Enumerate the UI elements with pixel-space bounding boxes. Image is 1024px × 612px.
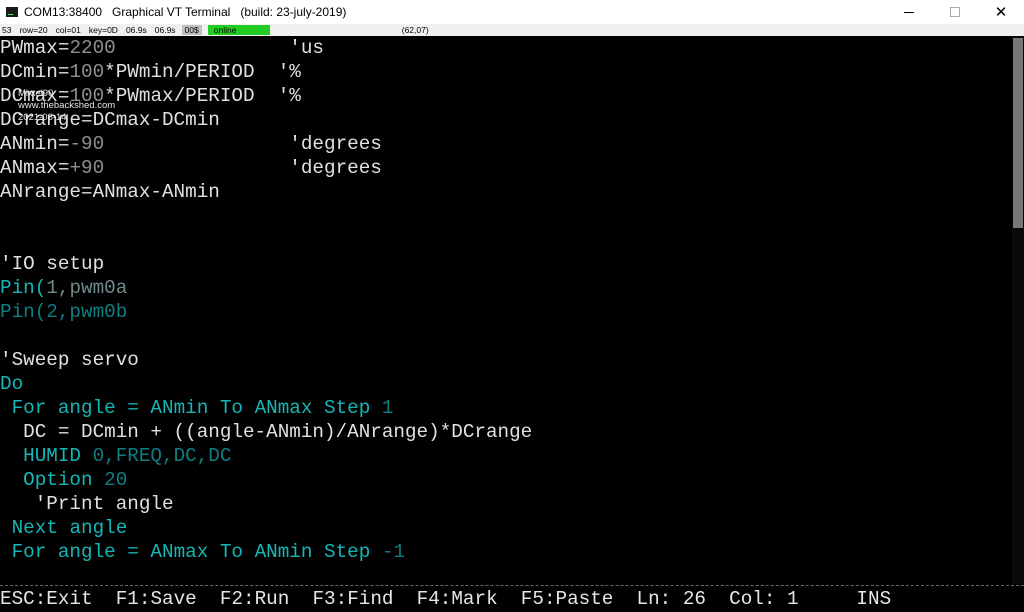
code-token: 'degrees [104,133,382,155]
terminal-line: Do [0,372,1012,396]
f5-paste-key[interactable]: F5:Paste [521,586,614,612]
code-token: -90 [69,133,105,155]
code-token: ANmax= [0,157,70,179]
code-token: ANmin= [0,133,70,155]
terminal-line: HUMID 0,FREQ,DC,DC [0,444,1012,468]
watermark-author: Mixtel90 [18,88,54,99]
terminal-line: 'Print angle [0,492,1012,516]
f1-save-key[interactable]: F1:Save [116,586,197,612]
status-key: key=0D [88,25,118,35]
window-controls: ✕ [886,0,1024,24]
code-token: ANmax [254,397,325,419]
terminal-statusbar: 53 row=20 col=01 key=0D 06.9s 06.9s 00$ … [0,24,1024,36]
code-token: angle [69,517,128,539]
window-titlebar: COM13:38400 Graphical VT Terminal (build… [0,0,1024,25]
code-token: For [0,397,58,419]
watermark-site: www.thebackshed.com [18,100,116,111]
terminal-app-icon [6,7,18,17]
code-token: 'Sweep servo [0,349,139,371]
status-online-badge: online [207,25,270,35]
watermark-date: 2021-06-14 [18,112,67,123]
status-col: col=01 [55,25,81,35]
insert-mode-indicator: INS [856,588,892,610]
code-token: PWmax= [0,37,70,59]
terminal-line: PWmax=2200 'us [0,36,1012,60]
terminal-line: ANrange=ANmax-ANmin [0,180,1012,204]
code-token: HUMID [0,445,93,467]
code-token: 'Print angle [0,493,174,515]
code-token: Pin(2,pwm0b [0,301,128,323]
status-row: row=20 [19,25,48,35]
esc-exit-key[interactable]: ESC:Exit [0,586,93,612]
code-token: -1 [381,541,406,563]
code-token: Option [0,469,105,491]
window-title: COM13:38400 Graphical VT Terminal (build… [24,5,347,19]
terminal-line: For angle = ANmax To ANmin Step -1 [0,540,1012,564]
code-token: 1 [381,397,394,419]
code-token: angle = ANmax [57,541,220,563]
terminal-line: DCrange=DCmax-DCmin [0,108,1012,132]
code-token: 'us [115,37,325,59]
maximize-button[interactable] [932,0,978,24]
status-count: 53 [2,25,12,35]
terminal-line: Option 20 [0,468,1012,492]
status-time-2: 06.9s [154,25,176,35]
terminal-line: Pin(1,pwm0a [0,276,1012,300]
f2-run-key[interactable]: F2:Run [220,586,289,612]
terminal-line: DCmax=100*PWmax/PERIOD '% [0,84,1012,108]
minimize-button[interactable] [886,0,932,24]
code-token: To [219,397,255,419]
f3-find-key[interactable]: F3:Find [312,586,393,612]
status-mode: 00$ [181,25,202,35]
f4-mark-key[interactable]: F4:Mark [417,586,498,612]
column-indicator: Col: 1 [729,588,799,610]
code-token: *PWmin/PERIOD [104,61,255,83]
terminal-line: Pin(2,pwm0b [0,300,1012,324]
code-token: Step [324,397,382,419]
terminal-line: 'Sweep servo [0,348,1012,372]
code-token: 2200 [69,37,116,59]
code-token: 1,pwm0a [46,277,128,299]
code-token: '% [254,61,301,83]
terminal-screen[interactable]: PWmax=2200 'us DCmin=100*PWmin/PERIOD '% D… [0,36,1012,584]
terminal-line: DCmin=100*PWmin/PERIOD '% [0,60,1012,84]
code-token: '% [254,85,301,107]
code-token: angle = ANmin [57,397,220,419]
code-token: 0,FREQ,DC,DC [92,445,232,467]
code-token: DCmin= [0,61,70,83]
code-token: For [0,541,58,563]
terminal-scrollbar[interactable] [1012,36,1024,584]
code-token: Do [0,373,24,395]
terminal-line: 'IO setup [0,252,1012,276]
status-cursor-pos: (62,07) [401,25,429,35]
line-indicator: Ln: 26 [636,588,706,610]
code-token: 20 [104,469,128,491]
code-token: To [219,541,255,563]
code-token: ANmin [254,541,325,563]
code-token: Pin( [0,277,47,299]
code-token: *PWmax/PERIOD [104,85,255,107]
code-token: +90 [69,157,105,179]
terminal-line: DC = DCmin + ((angle-ANmin)/ANrange)*DCr… [0,420,1012,444]
code-token: Step [324,541,382,563]
status-time-1: 06.9s [125,25,147,35]
terminal-line: ANmin=-90 'degrees [0,132,1012,156]
terminal-line: For angle = ANmin To ANmax Step 1 [0,396,1012,420]
code-token: DC = DCmin + ((angle-ANmin)/ANrange)*DCr… [0,421,533,443]
terminal-line: Next angle [0,516,1012,540]
code-token: Next [0,517,70,539]
editor-function-bar: ESC:Exit F1:Save F2:Run F3:Find F4:Mark … [0,586,1024,612]
code-token: 100 [69,61,105,83]
code-token: 'IO setup [0,253,105,275]
code-token: 'degrees [104,157,382,179]
scrollbar-thumb[interactable] [1013,38,1023,228]
terminal-line: ANmax=+90 'degrees [0,156,1012,180]
close-button[interactable]: ✕ [978,0,1024,24]
code-token: ANrange=ANmax-ANmin [0,181,220,203]
watermark: Mixtel90 www.thebackshed.com 2021-06-14 [18,88,115,124]
